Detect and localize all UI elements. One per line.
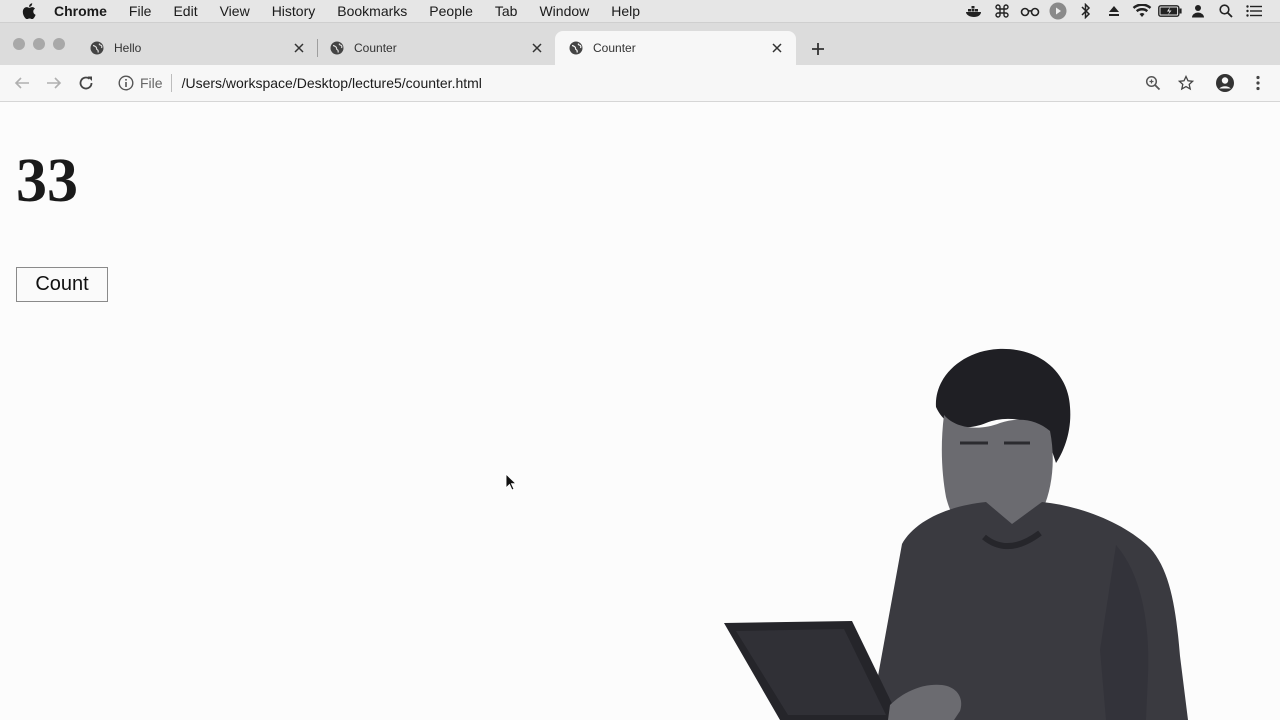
close-icon[interactable] [530, 41, 544, 55]
docker-icon[interactable] [962, 0, 986, 22]
star-icon [1178, 75, 1194, 91]
counter-value: 33 [16, 147, 78, 215]
menu-people[interactable]: People [429, 3, 473, 19]
plus-icon [812, 43, 824, 55]
status-icons [958, 0, 1280, 22]
tab-label: Counter [593, 41, 636, 55]
back-button[interactable] [12, 73, 32, 93]
tab-counter-active[interactable]: Counter [555, 31, 796, 65]
menu-button[interactable] [1248, 73, 1268, 93]
command-icon[interactable] [990, 0, 1014, 22]
zoom-icon [1145, 75, 1161, 91]
reload-button[interactable] [76, 73, 96, 93]
tab-label: Counter [354, 41, 397, 55]
menu-edit[interactable]: Edit [173, 3, 197, 19]
url-text[interactable]: /Users/workspace/Desktop/lecture5/counte… [182, 75, 482, 91]
info-icon[interactable] [118, 75, 134, 91]
close-icon[interactable] [770, 41, 784, 55]
arrow-right-icon [47, 77, 62, 89]
menu-help[interactable]: Help [611, 3, 640, 19]
menu-tab[interactable]: Tab [495, 3, 518, 19]
window-close-button[interactable] [13, 38, 25, 50]
menu-bar: Chrome File Edit View History Bookmarks … [0, 0, 1280, 23]
presenter-image [724, 348, 1188, 720]
bookmark-button[interactable] [1176, 73, 1196, 93]
count-button[interactable]: Count [16, 267, 108, 302]
close-icon[interactable] [292, 41, 306, 55]
spotlight-search-icon[interactable] [1214, 0, 1238, 22]
tab-counter[interactable]: Counter [316, 31, 556, 65]
menu-history[interactable]: History [272, 3, 316, 19]
browser-toolbar: File /Users/workspace/Desktop/lecture5/c… [0, 65, 1280, 102]
zoom-button[interactable] [1143, 73, 1163, 93]
menu-window[interactable]: Window [539, 3, 589, 19]
menu-file[interactable]: File [129, 3, 152, 19]
more-vertical-icon [1256, 75, 1260, 91]
tab-strip: Hello Counter Counter [0, 23, 1280, 65]
play-icon[interactable] [1046, 0, 1070, 22]
notification-center-icon[interactable] [1242, 0, 1266, 22]
menu-bookmarks[interactable]: Bookmarks [337, 3, 407, 19]
eject-icon[interactable] [1102, 0, 1126, 22]
globe-icon [330, 41, 344, 55]
globe-icon [569, 41, 583, 55]
address-bar[interactable]: File /Users/workspace/Desktop/lecture5/c… [110, 69, 1210, 97]
bluetooth-icon[interactable] [1074, 0, 1098, 22]
mouse-cursor-icon [505, 473, 517, 491]
new-tab-button[interactable] [808, 39, 828, 59]
reload-icon [79, 76, 93, 90]
account-icon [1216, 74, 1234, 92]
url-scheme-label: File [140, 75, 163, 91]
wifi-icon[interactable] [1130, 0, 1154, 22]
menu-app-name[interactable]: Chrome [54, 3, 107, 19]
battery-icon[interactable] [1158, 0, 1182, 22]
user-icon[interactable] [1186, 0, 1210, 22]
glasses-icon[interactable] [1018, 0, 1042, 22]
window-minimize-button[interactable] [33, 38, 45, 50]
globe-icon [90, 41, 104, 55]
apple-icon[interactable] [20, 2, 38, 20]
window-zoom-button[interactable] [53, 38, 65, 50]
tab-hello[interactable]: Hello [76, 31, 318, 65]
tab-label: Hello [114, 41, 142, 55]
arrow-left-icon [14, 77, 29, 89]
menu-view[interactable]: View [220, 3, 250, 19]
address-divider [170, 74, 172, 92]
profile-button[interactable] [1215, 73, 1235, 93]
forward-button[interactable] [44, 73, 64, 93]
